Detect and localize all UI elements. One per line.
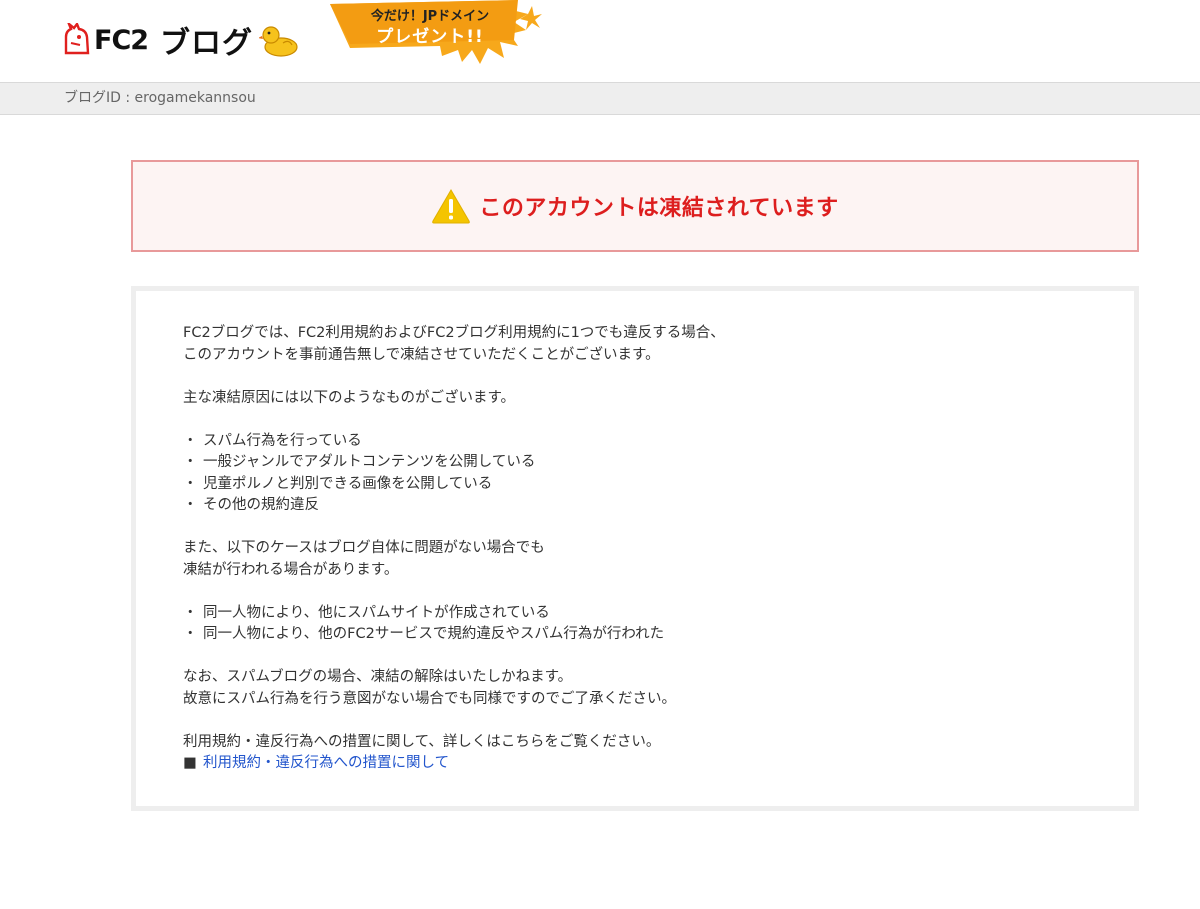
bullet-mark: ・ (183, 626, 198, 642)
frozen-account-alert: このアカウントは凍結されています (131, 160, 1139, 252)
blog-id-bar: ブログID : erogamekannsou (0, 82, 1200, 115)
intro-line-1: FC2ブログでは、FC2利用規約およびFC2ブログ利用規約に1つでも違反する場合… (183, 325, 725, 341)
duck-icon (259, 26, 298, 57)
also-line-1: また、以下のケースはブログ自体に問題がない場合でも (183, 540, 545, 556)
list-item: ・同一人物により、他にスパムサイトが作成されている (183, 603, 1134, 625)
terms-line: 利用規約・違反行為への措置に関して、詳しくはこちらをご覧ください。 (183, 733, 661, 750)
fc2-blog-logo[interactable]: FC2 ブログ (62, 18, 299, 62)
intro-line-2: このアカウントを事前通告無しで凍結させていただくことがございます。 (183, 346, 660, 363)
terms-link[interactable]: 利用規約・違反行為への措置に関して (203, 755, 449, 771)
logo-blog-text: ブログ (160, 26, 254, 61)
warning-icon (432, 189, 471, 224)
explanation-box: FC2ブログでは、FC2利用規約およびFC2ブログ利用規約に1つでも違反する場合… (131, 286, 1139, 811)
promo-line2: プレゼント!! (376, 27, 484, 47)
blog-id-text: ブログID : erogamekannsou (64, 90, 256, 106)
bullet-mark: ・ (183, 454, 198, 470)
logo-fc2-text: FC2 (94, 24, 149, 56)
list-item: ・その他の規約違反 (183, 495, 1134, 517)
bullet-mark: ・ (183, 604, 198, 621)
bullet-mark: ・ (183, 475, 198, 492)
list-item: ・スパム行為を行っている (183, 431, 1134, 453)
list-item: ・児童ポルノと判別できる画像を公開している (183, 474, 1134, 496)
site-header: FC2 ブログ 今だけ！JPドメイン プレゼント!! (0, 0, 1200, 82)
alert-message: このアカウントは凍結されています (479, 196, 839, 221)
jp-domain-promo-banner[interactable]: 今だけ！JPドメイン プレゼント!! (322, 0, 544, 66)
square-bullet-icon: ■ (183, 755, 197, 771)
list-item: ・同一人物により、他のFC2サービスで規約違反やスパム行為が行われた (183, 624, 1134, 646)
reason-text: 児童ポルノと判別できる画像を公開している (203, 475, 493, 492)
case-text: 同一人物により、他にスパムサイトが作成されている (203, 604, 550, 621)
terms-link-row: ■ 利用規約・違反行為への措置に関して (183, 753, 1134, 775)
note-line-1: なお、スパムブログの場合、凍結の解除はいたしかねます。 (183, 669, 573, 685)
reasons-heading: 主な凍結原因には以下のようなものがございます。 (183, 389, 516, 406)
bullet-mark: ・ (183, 432, 198, 449)
note-line-2: 故意にスパム行為を行う意図がない場合でも同様ですのでご了承ください。 (183, 690, 676, 707)
reason-text: スパム行為を行っている (203, 432, 362, 449)
bullet-mark: ・ (183, 497, 198, 513)
fc2-mascot-icon (64, 23, 90, 55)
also-line-2: 凍結が行われる場合があります。 (183, 561, 399, 578)
reason-text: その他の規約違反 (203, 497, 319, 513)
case-text: 同一人物により、他のFC2サービスで規約違反やスパム行為が行われた (203, 626, 665, 642)
list-item: ・一般ジャンルでアダルトコンテンツを公開している (183, 452, 1134, 474)
reason-text: 一般ジャンルでアダルトコンテンツを公開している (203, 454, 536, 470)
